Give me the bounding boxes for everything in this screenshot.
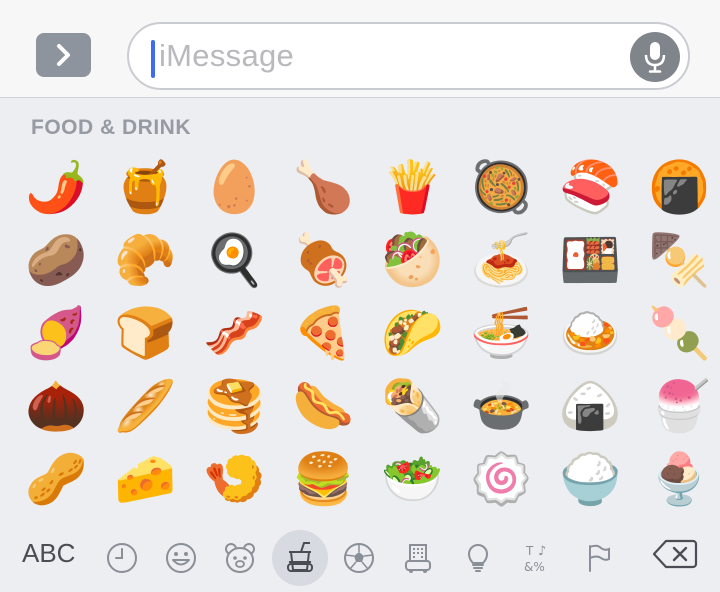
svg-text:♪: ♪ (538, 544, 546, 559)
food-drink-icon (287, 542, 313, 572)
emoji-key[interactable]: 🍚 (546, 442, 635, 515)
emoji-key[interactable]: 🥜 (12, 442, 101, 515)
emoji-key[interactable]: 🍢 (635, 223, 720, 296)
flags-category[interactable] (570, 530, 626, 586)
food-drink-category[interactable] (272, 530, 328, 586)
dictation-button[interactable] (630, 32, 680, 82)
emoji-key[interactable]: 🍛 (546, 296, 635, 369)
lightbulb-icon (467, 544, 489, 572)
abc-keyboard-button[interactable]: ABC (22, 538, 75, 569)
emoji-key[interactable]: 🌶️ (12, 150, 101, 223)
activity-category[interactable] (331, 530, 387, 586)
emoji-key[interactable]: 🍨 (635, 442, 720, 515)
section-title: FOOD & DRINK (31, 116, 191, 139)
emoji-key[interactable]: 🍠 (12, 296, 101, 369)
soccer-ball-icon (344, 543, 374, 573)
emoji-key[interactable]: 🥓 (190, 296, 279, 369)
emoji-key[interactable]: 🍧 (635, 369, 720, 442)
svg-text:T: T (525, 544, 534, 558)
emoji-key[interactable]: 🍝 (457, 223, 546, 296)
emoji-key[interactable]: 🌰 (12, 369, 101, 442)
objects-category[interactable] (450, 530, 506, 586)
emoji-keyboard: FOOD & DRINK 🌶️ 🍯 🥚 🍗 🍟 🥘 🍣 🍘 🥔 🥐 🍳 🍖 🥙 🍝 🍱 🍢 🍠 🍞 🥓 🍕 🌮 🍜 🍛 🍡 🌰 🥖… (0, 98, 720, 592)
emoji-key[interactable]: 🍞 (101, 296, 190, 369)
app-drawer-button[interactable] (36, 33, 91, 77)
travel-category[interactable] (390, 530, 446, 586)
emoji-key[interactable]: 🥞 (190, 369, 279, 442)
symbols-category[interactable]: T ♪ &% (510, 530, 566, 586)
chevron-right-icon (56, 44, 70, 66)
emoji-key[interactable]: 🍤 (190, 442, 279, 515)
emoji-key[interactable]: 🥙 (368, 223, 457, 296)
recent-category[interactable] (94, 530, 150, 586)
emoji-key[interactable]: 🌯 (368, 369, 457, 442)
category-bar: ABC T ♪ &% (0, 524, 720, 592)
message-input-bar: iMessage (0, 0, 720, 98)
emoji-key[interactable]: 🍯 (101, 150, 190, 223)
building-icon (405, 544, 431, 573)
emoji-key[interactable]: 🌮 (368, 296, 457, 369)
text-caret (151, 40, 155, 78)
emoji-key[interactable]: 🍔 (279, 442, 368, 515)
smileys-category[interactable] (153, 530, 209, 586)
emoji-key[interactable]: 🍙 (546, 369, 635, 442)
emoji-key[interactable]: 🍘 (635, 150, 720, 223)
delete-button[interactable] (652, 538, 698, 570)
svg-text:&%: &% (524, 560, 545, 574)
smiley-icon (166, 543, 196, 573)
emoji-key[interactable]: 🍱 (546, 223, 635, 296)
emoji-key[interactable]: 🍥 (457, 442, 546, 515)
microphone-icon (644, 42, 666, 73)
symbols-icon: T ♪ &% (524, 544, 546, 574)
emoji-key[interactable]: 🥗 (368, 442, 457, 515)
emoji-key[interactable]: 🍗 (279, 150, 368, 223)
emoji-key[interactable]: 🍟 (368, 150, 457, 223)
message-field[interactable]: iMessage (127, 22, 690, 90)
emoji-key[interactable]: 🍕 (279, 296, 368, 369)
bear-icon (225, 543, 255, 573)
emoji-key[interactable]: 🍲 (457, 369, 546, 442)
emoji-key[interactable]: 🍖 (279, 223, 368, 296)
emoji-grid: 🌶️ 🍯 🥚 🍗 🍟 🥘 🍣 🍘 🥔 🥐 🍳 🍖 🥙 🍝 🍱 🍢 🍠 🍞 🥓 🍕 🌮 🍜 🍛 🍡 🌰 🥖 🥞 🌭 🌯 🍲 🍙 🍧 🥜 🧀 🍤 🍔 🥗 🍥 🍚… (12, 150, 720, 515)
clock-icon (107, 543, 137, 573)
emoji-key[interactable]: 🌭 (279, 369, 368, 442)
emoji-key[interactable]: 🥐 (101, 223, 190, 296)
emoji-key[interactable]: 🥘 (457, 150, 546, 223)
emoji-key[interactable]: 🧀 (101, 442, 190, 515)
emoji-key[interactable]: 🥚 (190, 150, 279, 223)
backspace-icon (652, 539, 698, 569)
message-placeholder: iMessage (159, 38, 295, 73)
animals-category[interactable] (212, 530, 268, 586)
emoji-key[interactable]: 🥖 (101, 369, 190, 442)
emoji-key[interactable]: 🥔 (12, 223, 101, 296)
flag-icon (589, 544, 610, 572)
emoji-key[interactable]: 🍳 (190, 223, 279, 296)
emoji-key[interactable]: 🍡 (635, 296, 720, 369)
emoji-key[interactable]: 🍣 (546, 150, 635, 223)
emoji-key[interactable]: 🍜 (457, 296, 546, 369)
